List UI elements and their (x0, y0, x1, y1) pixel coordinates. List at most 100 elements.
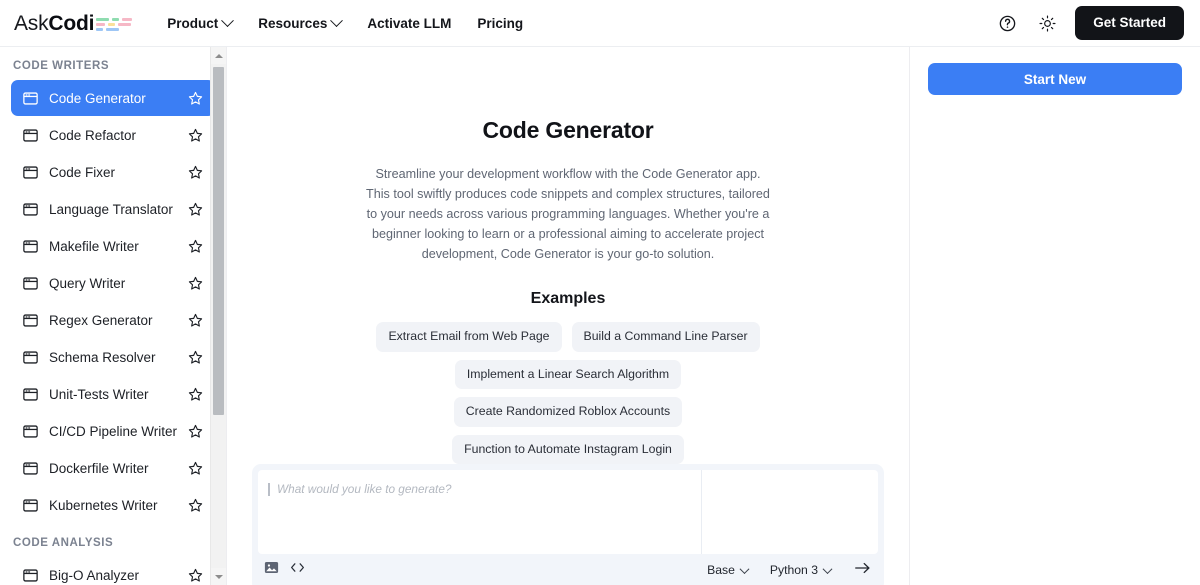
sidebar-item-label: Makefile Writer (49, 238, 139, 254)
star-outline-icon[interactable] (187, 349, 204, 366)
examples-list: Extract Email from Web Page Build a Comm… (358, 322, 778, 465)
star-outline-icon[interactable] (187, 275, 204, 292)
sidebar-item-label: Schema Resolver (49, 349, 156, 365)
sidebar-item-code-refactor[interactable]: Code Refactor (11, 117, 215, 153)
star-outline-icon[interactable] (187, 90, 204, 107)
sidebar-item-unit-tests-writer[interactable]: Unit-Tests Writer (11, 376, 215, 412)
sidebar-item-label: Dockerfile Writer (49, 460, 149, 476)
sun-icon[interactable] (1035, 11, 1059, 35)
nav-item-activate-llm-label: Activate LLM (367, 15, 452, 31)
star-outline-icon[interactable] (187, 312, 204, 329)
main-nav: Product Resources Activate LLM Pricing (154, 10, 536, 37)
star-outline-icon[interactable] (187, 460, 204, 477)
app-body: CODE WRITERS Code Generator Code Refacto… (0, 47, 1200, 585)
model-select[interactable]: Base (707, 563, 750, 577)
window-icon (22, 386, 39, 403)
prompt-input[interactable]: What would you like to generate? (258, 470, 702, 555)
window-icon (22, 90, 39, 107)
prompt-placeholder: What would you like to generate? (277, 482, 452, 497)
sidebar-item-label: Unit-Tests Writer (49, 386, 149, 402)
window-icon (22, 127, 39, 144)
sidebar-item-query-writer[interactable]: Query Writer (11, 265, 215, 301)
sidebar-item-dockerfile-writer[interactable]: Dockerfile Writer (11, 450, 215, 486)
composer-side-panel[interactable] (702, 470, 878, 554)
sidebar-item-regex-generator[interactable]: Regex Generator (11, 302, 215, 338)
composer-wrapper: What would you like to generate? Base Py… (227, 464, 909, 585)
nav-item-activate-llm[interactable]: Activate LLM (354, 10, 464, 37)
chevron-up-icon (215, 53, 223, 58)
star-outline-icon[interactable] (187, 423, 204, 440)
nav-item-product[interactable]: Product (154, 10, 245, 37)
nav-item-pricing-label: Pricing (477, 15, 524, 31)
window-icon (22, 349, 39, 366)
sidebar-item-code-generator[interactable]: Code Generator (11, 80, 215, 116)
get-started-button[interactable]: Get Started (1075, 6, 1184, 40)
nav-item-resources[interactable]: Resources (245, 10, 354, 37)
chevron-down-icon (215, 574, 223, 579)
star-outline-icon[interactable] (187, 497, 204, 514)
sidebar-item-language-translator[interactable]: Language Translator (11, 191, 215, 227)
start-new-button[interactable]: Start New (928, 63, 1182, 95)
header-actions: Get Started (995, 6, 1184, 40)
window-icon (22, 238, 39, 255)
code-brackets-icon[interactable] (289, 560, 306, 580)
window-icon (22, 201, 39, 218)
sidebar-item-label: Query Writer (49, 275, 126, 291)
window-icon (22, 312, 39, 329)
chevron-down-icon (221, 13, 235, 27)
sidebar-item-kubernetes-writer[interactable]: Kubernetes Writer (11, 487, 215, 523)
brand-wordmark: AskCodi (14, 13, 94, 34)
arrow-right-icon[interactable] (853, 560, 872, 581)
text-cursor-icon (268, 483, 270, 497)
example-chip[interactable]: Extract Email from Web Page (376, 322, 562, 352)
sidebar-item-label: Regex Generator (49, 312, 153, 328)
brand-logo[interactable]: AskCodi (14, 13, 133, 34)
star-outline-icon[interactable] (187, 567, 204, 584)
star-outline-icon[interactable] (187, 386, 204, 403)
star-outline-icon[interactable] (187, 238, 204, 255)
composer-toolbar: Base Python 3 (258, 554, 878, 585)
window-icon (22, 275, 39, 292)
sidebar-item-big-o-analyzer[interactable]: Big-O Analyzer (11, 557, 215, 585)
examples-heading: Examples (530, 290, 606, 307)
window-icon (22, 423, 39, 440)
question-circle-icon[interactable] (995, 11, 1019, 35)
sidebar-item-makefile-writer[interactable]: Makefile Writer (11, 228, 215, 264)
image-icon[interactable] (264, 560, 279, 580)
askcodi-logo-mark-icon (96, 16, 133, 31)
chevron-down-icon (330, 13, 344, 27)
sidebar: CODE WRITERS Code Generator Code Refacto… (0, 47, 226, 585)
language-select[interactable]: Python 3 (769, 563, 833, 578)
sidebar-item-code-fixer[interactable]: Code Fixer (11, 154, 215, 190)
sidebar-item-label: Code Refactor (49, 127, 137, 143)
sidebar-item-label: Big-O Analyzer (49, 567, 140, 583)
sidebar-item-schema-resolver[interactable]: Schema Resolver (11, 339, 215, 375)
scroll-down-button[interactable] (211, 568, 226, 585)
example-chip[interactable]: Implement a Linear Search Algorithm (454, 359, 682, 390)
language-select-value: Python 3 (769, 563, 818, 578)
example-chip[interactable]: Function to Automate Instagram Login (452, 434, 684, 465)
sidebar-scrollbar[interactable] (210, 47, 226, 585)
brand-codi: Codi (48, 11, 95, 35)
window-icon (22, 164, 39, 181)
sidebar-item-label: Code Fixer (49, 164, 116, 180)
star-outline-icon[interactable] (187, 201, 204, 218)
composer-toolbar-right: Base Python 3 (707, 560, 872, 581)
sidebar-section-title-code-analysis: CODE ANALYSIS (13, 537, 114, 549)
sidebar-scroll-area: CODE WRITERS Code Generator Code Refacto… (0, 47, 226, 585)
sidebar-item-label: Language Translator (49, 201, 173, 217)
prompt-composer: What would you like to generate? Base Py… (252, 464, 884, 585)
composer-toolbar-left (264, 560, 306, 580)
nav-item-pricing[interactable]: Pricing (464, 10, 536, 37)
star-outline-icon[interactable] (187, 164, 204, 181)
example-chip[interactable]: Create Randomized Roblox Accounts (453, 397, 683, 427)
app-root: AskCodi Product Resources Activate LLM P… (0, 0, 1200, 585)
star-outline-icon[interactable] (187, 127, 204, 144)
chevron-down-icon (739, 563, 750, 574)
sidebar-item-cicd-pipeline-writer[interactable]: CI/CD Pipeline Writer (11, 413, 215, 449)
scrollbar-thumb[interactable] (213, 67, 224, 415)
nav-item-resources-label: Resources (258, 15, 328, 31)
example-chip[interactable]: Build a Command Line Parser (571, 322, 760, 352)
scroll-up-button[interactable] (211, 47, 226, 64)
window-icon (22, 567, 39, 584)
